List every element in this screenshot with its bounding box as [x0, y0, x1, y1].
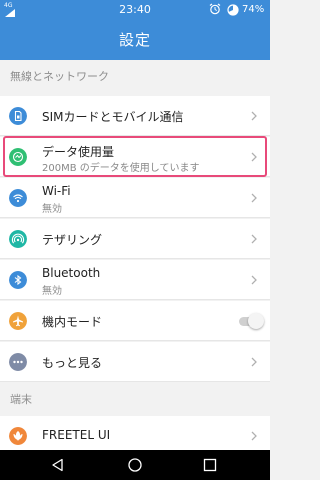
settings-item-summary: 無効: [42, 204, 62, 215]
settings-item-more[interactable]: もっと見る: [0, 342, 270, 382]
settings-item-summary: 無効: [42, 286, 62, 297]
toggle-knob: [248, 313, 264, 329]
app-bar: 設定: [0, 20, 270, 60]
chevron-right-icon: [251, 275, 257, 285]
settings-item-label: 機内モード: [42, 315, 103, 329]
chevron-right-icon: [251, 234, 257, 244]
settings-item-tethering[interactable]: テザリング: [0, 219, 270, 259]
settings-item-bluetooth[interactable]: Bluetooth 無効: [0, 260, 270, 300]
chevron-right-icon: [251, 111, 257, 121]
chevron-right-icon: [251, 193, 257, 203]
battery-level: 74%: [242, 4, 265, 15]
airplane-mode-toggle[interactable]: [236, 313, 264, 329]
settings-item-label: FREETEL UI: [42, 428, 111, 442]
more-icon: [9, 353, 27, 371]
data-usage-highlight: [3, 136, 267, 177]
settings-item-label: SIMカードとモバイル通信: [42, 110, 184, 124]
bluetooth-icon: [9, 271, 27, 289]
section-header-wireless: 無線とネットワーク: [0, 60, 270, 94]
settings-item-airplane-mode[interactable]: 機内モード: [0, 301, 270, 341]
airplane-icon: [9, 312, 27, 330]
settings-item-label: テザリング: [42, 233, 103, 247]
page-title: 設定: [118, 31, 151, 49]
settings-item-wifi[interactable]: Wi-Fi 無効: [0, 178, 270, 218]
back-icon[interactable]: [50, 457, 66, 473]
section-header-device: 端末: [0, 383, 270, 417]
wifi-icon: [9, 189, 27, 207]
tethering-icon: [9, 230, 27, 248]
freetel-icon: [9, 427, 27, 445]
battery-icon: [227, 4, 239, 16]
settings-item-label: Wi-Fi: [42, 184, 71, 198]
status-bar: 4G 23:40 74%: [0, 0, 270, 20]
navigation-bar: [0, 450, 270, 480]
home-icon[interactable]: [127, 457, 143, 473]
chevron-right-icon: [251, 357, 257, 367]
chevron-right-icon: [251, 431, 257, 441]
sim-card-icon: [9, 107, 27, 125]
settings-item-label: Bluetooth: [42, 266, 101, 280]
settings-item-label: もっと見る: [42, 356, 103, 370]
recents-icon[interactable]: [202, 457, 218, 473]
alarm-icon: [209, 3, 221, 15]
settings-item-sim-card[interactable]: SIMカードとモバイル通信: [0, 96, 270, 136]
